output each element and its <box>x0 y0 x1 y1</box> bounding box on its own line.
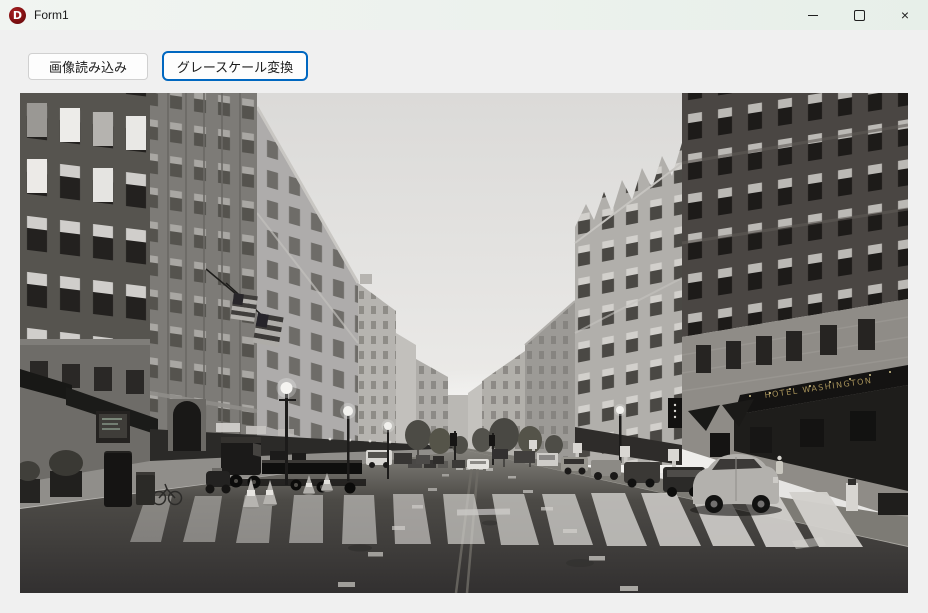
maximize-button[interactable] <box>836 0 882 30</box>
load-image-button[interactable]: 画像読み込み <box>28 53 148 80</box>
form-window: D Form1 × 画像読み込み グレースケール変換 <box>0 0 928 613</box>
picture-box: HOTEL WASHINGTON <box>20 93 908 593</box>
close-button[interactable]: × <box>882 0 928 30</box>
street-photo: HOTEL WASHINGTON <box>20 93 908 593</box>
window-controls: × <box>790 0 928 30</box>
window-title: Form1 <box>34 8 69 22</box>
minimize-icon <box>808 15 818 16</box>
delphi-app-icon: D <box>9 7 26 24</box>
titlebar: D Form1 × <box>0 0 928 30</box>
minimize-button[interactable] <box>790 0 836 30</box>
grayscale-convert-button[interactable]: グレースケール変換 <box>162 51 308 81</box>
maximize-icon <box>854 10 865 21</box>
app-icon-letter: D <box>13 10 22 21</box>
foreground-left-building <box>20 93 150 485</box>
